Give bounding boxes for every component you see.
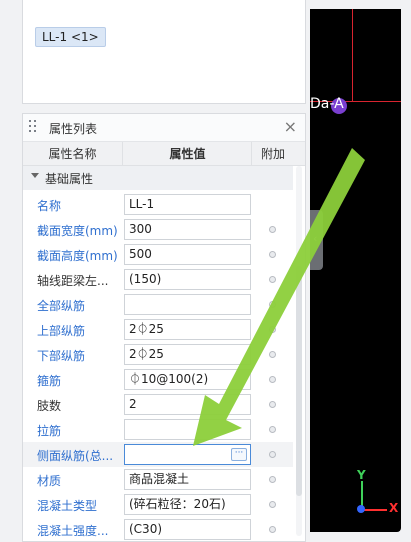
column-header-value: 属性值 bbox=[124, 142, 252, 166]
property-name: 上部纵筋 bbox=[37, 324, 86, 338]
property-row[interactable]: 混凝土强度... (C30) bbox=[23, 517, 293, 542]
property-row[interactable]: 混凝土类型 (碎石粒径：20石) bbox=[23, 492, 293, 517]
extra-flag-icon[interactable] bbox=[269, 426, 276, 433]
axis-label: Da-A bbox=[310, 96, 344, 112]
property-row[interactable]: 下部纵筋 2⏀25 bbox=[23, 342, 293, 367]
property-row[interactable]: 全部纵筋 bbox=[23, 292, 293, 317]
extra-flag-icon[interactable] bbox=[269, 301, 276, 308]
property-value-field[interactable]: 2⏀25 bbox=[124, 344, 251, 365]
extra-flag-icon[interactable] bbox=[269, 501, 276, 508]
property-name: 材质 bbox=[37, 474, 62, 488]
collapse-arrow-icon[interactable] bbox=[31, 173, 39, 178]
property-value-field[interactable]: ··· bbox=[124, 444, 251, 465]
extra-flag-icon[interactable] bbox=[269, 451, 276, 458]
property-name: 下部纵筋 bbox=[37, 349, 86, 363]
property-value-field[interactable]: ⏀10@100(2) bbox=[124, 369, 251, 390]
column-header: 属性名称 属性值 附加 bbox=[23, 142, 305, 166]
extra-flag-icon[interactable] bbox=[269, 526, 276, 533]
ucs-x-axis-line bbox=[363, 509, 387, 511]
property-value-field[interactable]: (150) bbox=[124, 269, 251, 290]
close-icon[interactable]: × bbox=[284, 117, 297, 137]
column-header-extra: 附加 bbox=[260, 147, 285, 161]
property-value-text: 2⏀25 bbox=[129, 347, 164, 361]
chevron-left-icon: ‹ bbox=[313, 232, 318, 245]
property-value-field[interactable]: 500 bbox=[124, 244, 251, 265]
extra-flag-icon[interactable] bbox=[269, 276, 276, 283]
property-name: 截面高度(mm) bbox=[37, 249, 118, 263]
property-value-field[interactable]: (碎石粒径：20石) bbox=[124, 494, 251, 515]
property-value-text: (C30) bbox=[129, 522, 163, 536]
extra-flag-icon[interactable] bbox=[269, 326, 276, 333]
property-row[interactable]: 肢数 2 bbox=[23, 392, 293, 417]
drawing-canvas[interactable]: Da-A ‹ Y X bbox=[310, 9, 401, 532]
property-row[interactable]: 轴线距梁左... (150) bbox=[23, 267, 293, 292]
property-row[interactable]: 拉筋 bbox=[23, 417, 293, 442]
property-value-field[interactable]: (C30) bbox=[124, 519, 251, 540]
component-list-item-selected[interactable]: LL-1 <1> bbox=[35, 27, 106, 47]
property-name: 截面宽度(mm) bbox=[37, 224, 118, 238]
drag-grip-icon[interactable] bbox=[29, 120, 37, 134]
scrollbar-thumb[interactable] bbox=[296, 266, 302, 496]
panel-collapse-handle[interactable]: ‹ bbox=[310, 210, 323, 270]
property-name: 侧面纵筋(总... bbox=[37, 449, 114, 463]
property-value-field[interactable]: 2 bbox=[124, 394, 251, 415]
property-name: 名称 bbox=[37, 199, 62, 213]
more-options-button[interactable]: ··· bbox=[231, 448, 247, 461]
property-value-text: LL-1 bbox=[129, 197, 155, 211]
ucs-origin-icon bbox=[357, 505, 365, 513]
property-value-text: (碎石粒径：20石) bbox=[129, 497, 226, 511]
property-value-text: 300 bbox=[129, 222, 152, 236]
group-basic-properties[interactable]: 基础属性 bbox=[23, 166, 293, 190]
property-value-text: 2⏀25 bbox=[129, 322, 164, 336]
property-value-field[interactable] bbox=[124, 294, 251, 315]
ucs-x-label: X bbox=[389, 501, 399, 515]
property-name: 混凝土类型 bbox=[37, 499, 98, 513]
property-row[interactable]: 截面宽度(mm) 300 bbox=[23, 217, 293, 242]
extra-flag-icon[interactable] bbox=[269, 351, 276, 358]
property-value-text: 500 bbox=[129, 247, 152, 261]
property-name: 箍筋 bbox=[37, 374, 62, 388]
property-list-panel: 属性列表 × 属性名称 属性值 附加 基础属性 名称 LL-1 截面宽度(mm) 30… bbox=[22, 113, 306, 542]
property-name: 肢数 bbox=[37, 399, 62, 413]
grid-line-vertical bbox=[352, 9, 353, 101]
property-value-field[interactable]: 300 bbox=[124, 219, 251, 240]
property-name: 混凝土强度... bbox=[37, 524, 109, 538]
extra-flag-icon[interactable] bbox=[269, 476, 276, 483]
extra-flag-icon[interactable] bbox=[269, 251, 276, 258]
property-value-text: (150) bbox=[129, 272, 162, 286]
property-value-field[interactable]: LL-1 bbox=[124, 194, 251, 215]
property-value-field[interactable]: 商品混凝土 bbox=[124, 469, 251, 490]
property-value-field[interactable] bbox=[124, 419, 251, 440]
property-row[interactable]: 截面高度(mm) 500 bbox=[23, 242, 293, 267]
ucs-y-label: Y bbox=[357, 468, 366, 482]
property-row[interactable]: 上部纵筋 2⏀25 bbox=[23, 317, 293, 342]
column-header-name: 属性名称 bbox=[23, 142, 123, 166]
extra-flag-icon[interactable] bbox=[269, 376, 276, 383]
property-row[interactable]: 侧面纵筋(总... ··· bbox=[23, 442, 293, 467]
property-name: 拉筋 bbox=[37, 424, 62, 438]
extra-flag-icon[interactable] bbox=[269, 226, 276, 233]
property-value-field[interactable]: 2⏀25 bbox=[124, 319, 251, 340]
panel-header: 属性列表 × bbox=[23, 114, 305, 142]
group-label: 基础属性 bbox=[45, 172, 94, 186]
property-value-text: ⏀10@100(2) bbox=[129, 372, 209, 386]
property-value-text: 2 bbox=[129, 397, 137, 411]
property-row[interactable]: 材质 商品混凝土 bbox=[23, 467, 293, 492]
panel-title: 属性列表 bbox=[49, 122, 98, 136]
property-row[interactable]: 名称 LL-1 bbox=[23, 192, 293, 217]
extra-flag-icon[interactable] bbox=[269, 401, 276, 408]
component-list-panel: LL-1 <1> bbox=[22, 0, 306, 104]
property-name: 全部纵筋 bbox=[37, 299, 86, 313]
property-rows: 名称 LL-1 截面宽度(mm) 300 截面高度(mm) 500 轴线距梁左... (150… bbox=[23, 192, 293, 542]
property-value-text: 商品混凝土 bbox=[129, 472, 190, 486]
property-name: 轴线距梁左... bbox=[37, 274, 109, 288]
property-row[interactable]: 箍筋 ⏀10@100(2) bbox=[23, 367, 293, 392]
